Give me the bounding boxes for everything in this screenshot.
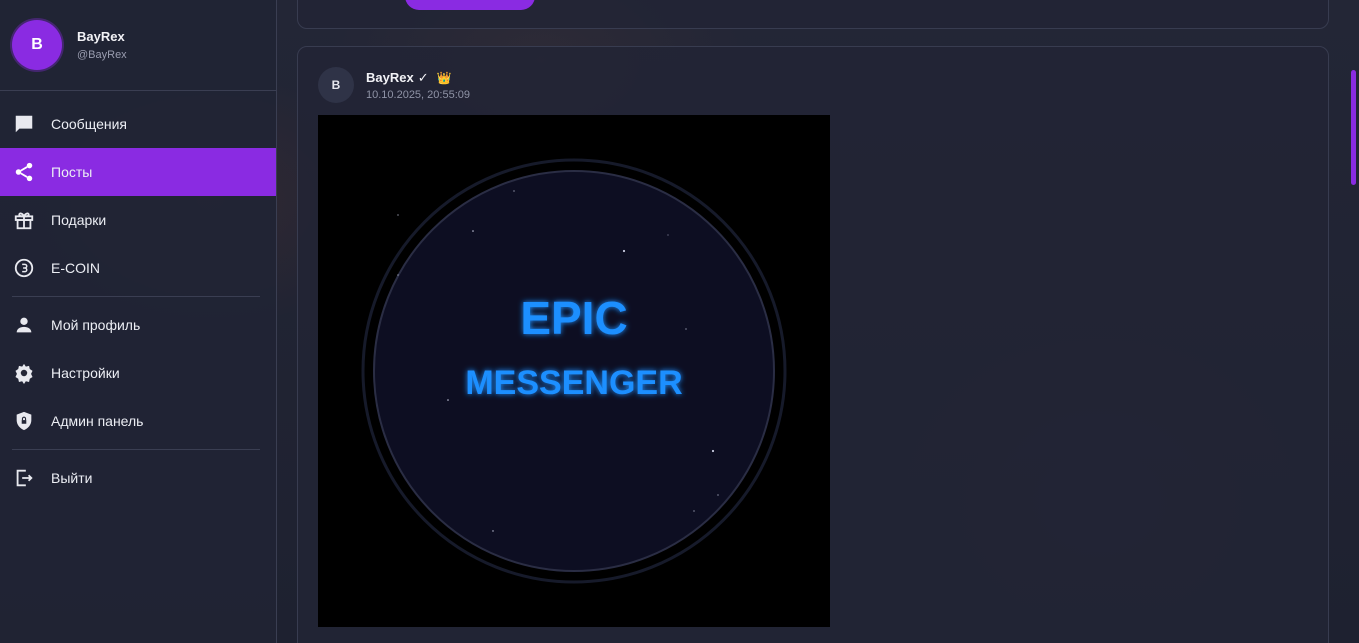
sidebar-item-label: Посты	[51, 164, 93, 180]
sidebar-item-label: E-COIN	[51, 260, 100, 276]
post-card: B BayRex ✓ 👑 10.10.2025, 20:55:09 EPIC M…	[297, 46, 1329, 643]
sidebar-item-label: Мой профиль	[51, 317, 141, 333]
sidebar-item-label: Подарки	[51, 212, 107, 228]
scrollbar[interactable]	[1351, 0, 1359, 643]
post-image[interactable]: EPIC MESSENGER	[318, 115, 830, 627]
user-name: BayRex	[77, 29, 125, 44]
sidebar-item-label: Сообщения	[51, 116, 127, 132]
logout-icon	[13, 467, 35, 489]
post-header: B BayRex ✓ 👑 10.10.2025, 20:55:09	[318, 67, 470, 103]
image-title-epic: EPIC	[520, 292, 627, 344]
divider	[12, 296, 260, 297]
verified-icon: ✓	[417, 69, 429, 85]
crown-icon: 👑	[436, 70, 452, 85]
gear-icon	[13, 362, 35, 384]
post-composer-card	[297, 0, 1329, 29]
sidebar-item-label: Админ панель	[51, 413, 144, 429]
scrollbar-thumb[interactable]	[1351, 70, 1356, 185]
sidebar-item-admin[interactable]: Админ панель	[0, 397, 276, 445]
sidebar-item-gifts[interactable]: Подарки	[0, 196, 276, 244]
post-date: 10.10.2025, 20:55:09	[366, 88, 470, 101]
sidebar-item-posts[interactable]: Посты	[0, 148, 276, 196]
sidebar-item-profile[interactable]: Мой профиль	[0, 301, 276, 349]
divider	[12, 449, 260, 450]
sidebar-item-messages[interactable]: Сообщения	[0, 100, 276, 148]
chat-icon	[13, 113, 35, 135]
sidebar-item-label: Выйти	[51, 470, 93, 486]
shield-lock-icon	[13, 410, 35, 432]
sidebar-item-ecoin[interactable]: E-COIN	[0, 244, 276, 292]
coin-icon	[13, 257, 35, 279]
post-author-name[interactable]: BayRex	[366, 70, 414, 85]
sidebar-item-settings[interactable]: Настройки	[0, 349, 276, 397]
user-profile[interactable]: B BayRex @BayRex	[0, 0, 276, 91]
publish-button[interactable]	[405, 0, 535, 10]
post-author-avatar[interactable]: B	[318, 67, 354, 103]
sidebar-nav: Сообщения Посты Подарки E-COIN Мой профи…	[0, 91, 276, 502]
image-title-messenger: MESSENGER	[465, 364, 682, 402]
sidebar-item-label: Настройки	[51, 365, 120, 381]
avatar[interactable]: B	[12, 20, 62, 70]
sidebar: B BayRex @BayRex Сообщения Посты Подарки…	[0, 0, 277, 643]
user-icon	[13, 314, 35, 336]
gift-icon	[13, 209, 35, 231]
user-handle: @BayRex	[77, 49, 127, 61]
share-icon	[13, 161, 35, 183]
sidebar-item-logout[interactable]: Выйти	[0, 454, 276, 502]
